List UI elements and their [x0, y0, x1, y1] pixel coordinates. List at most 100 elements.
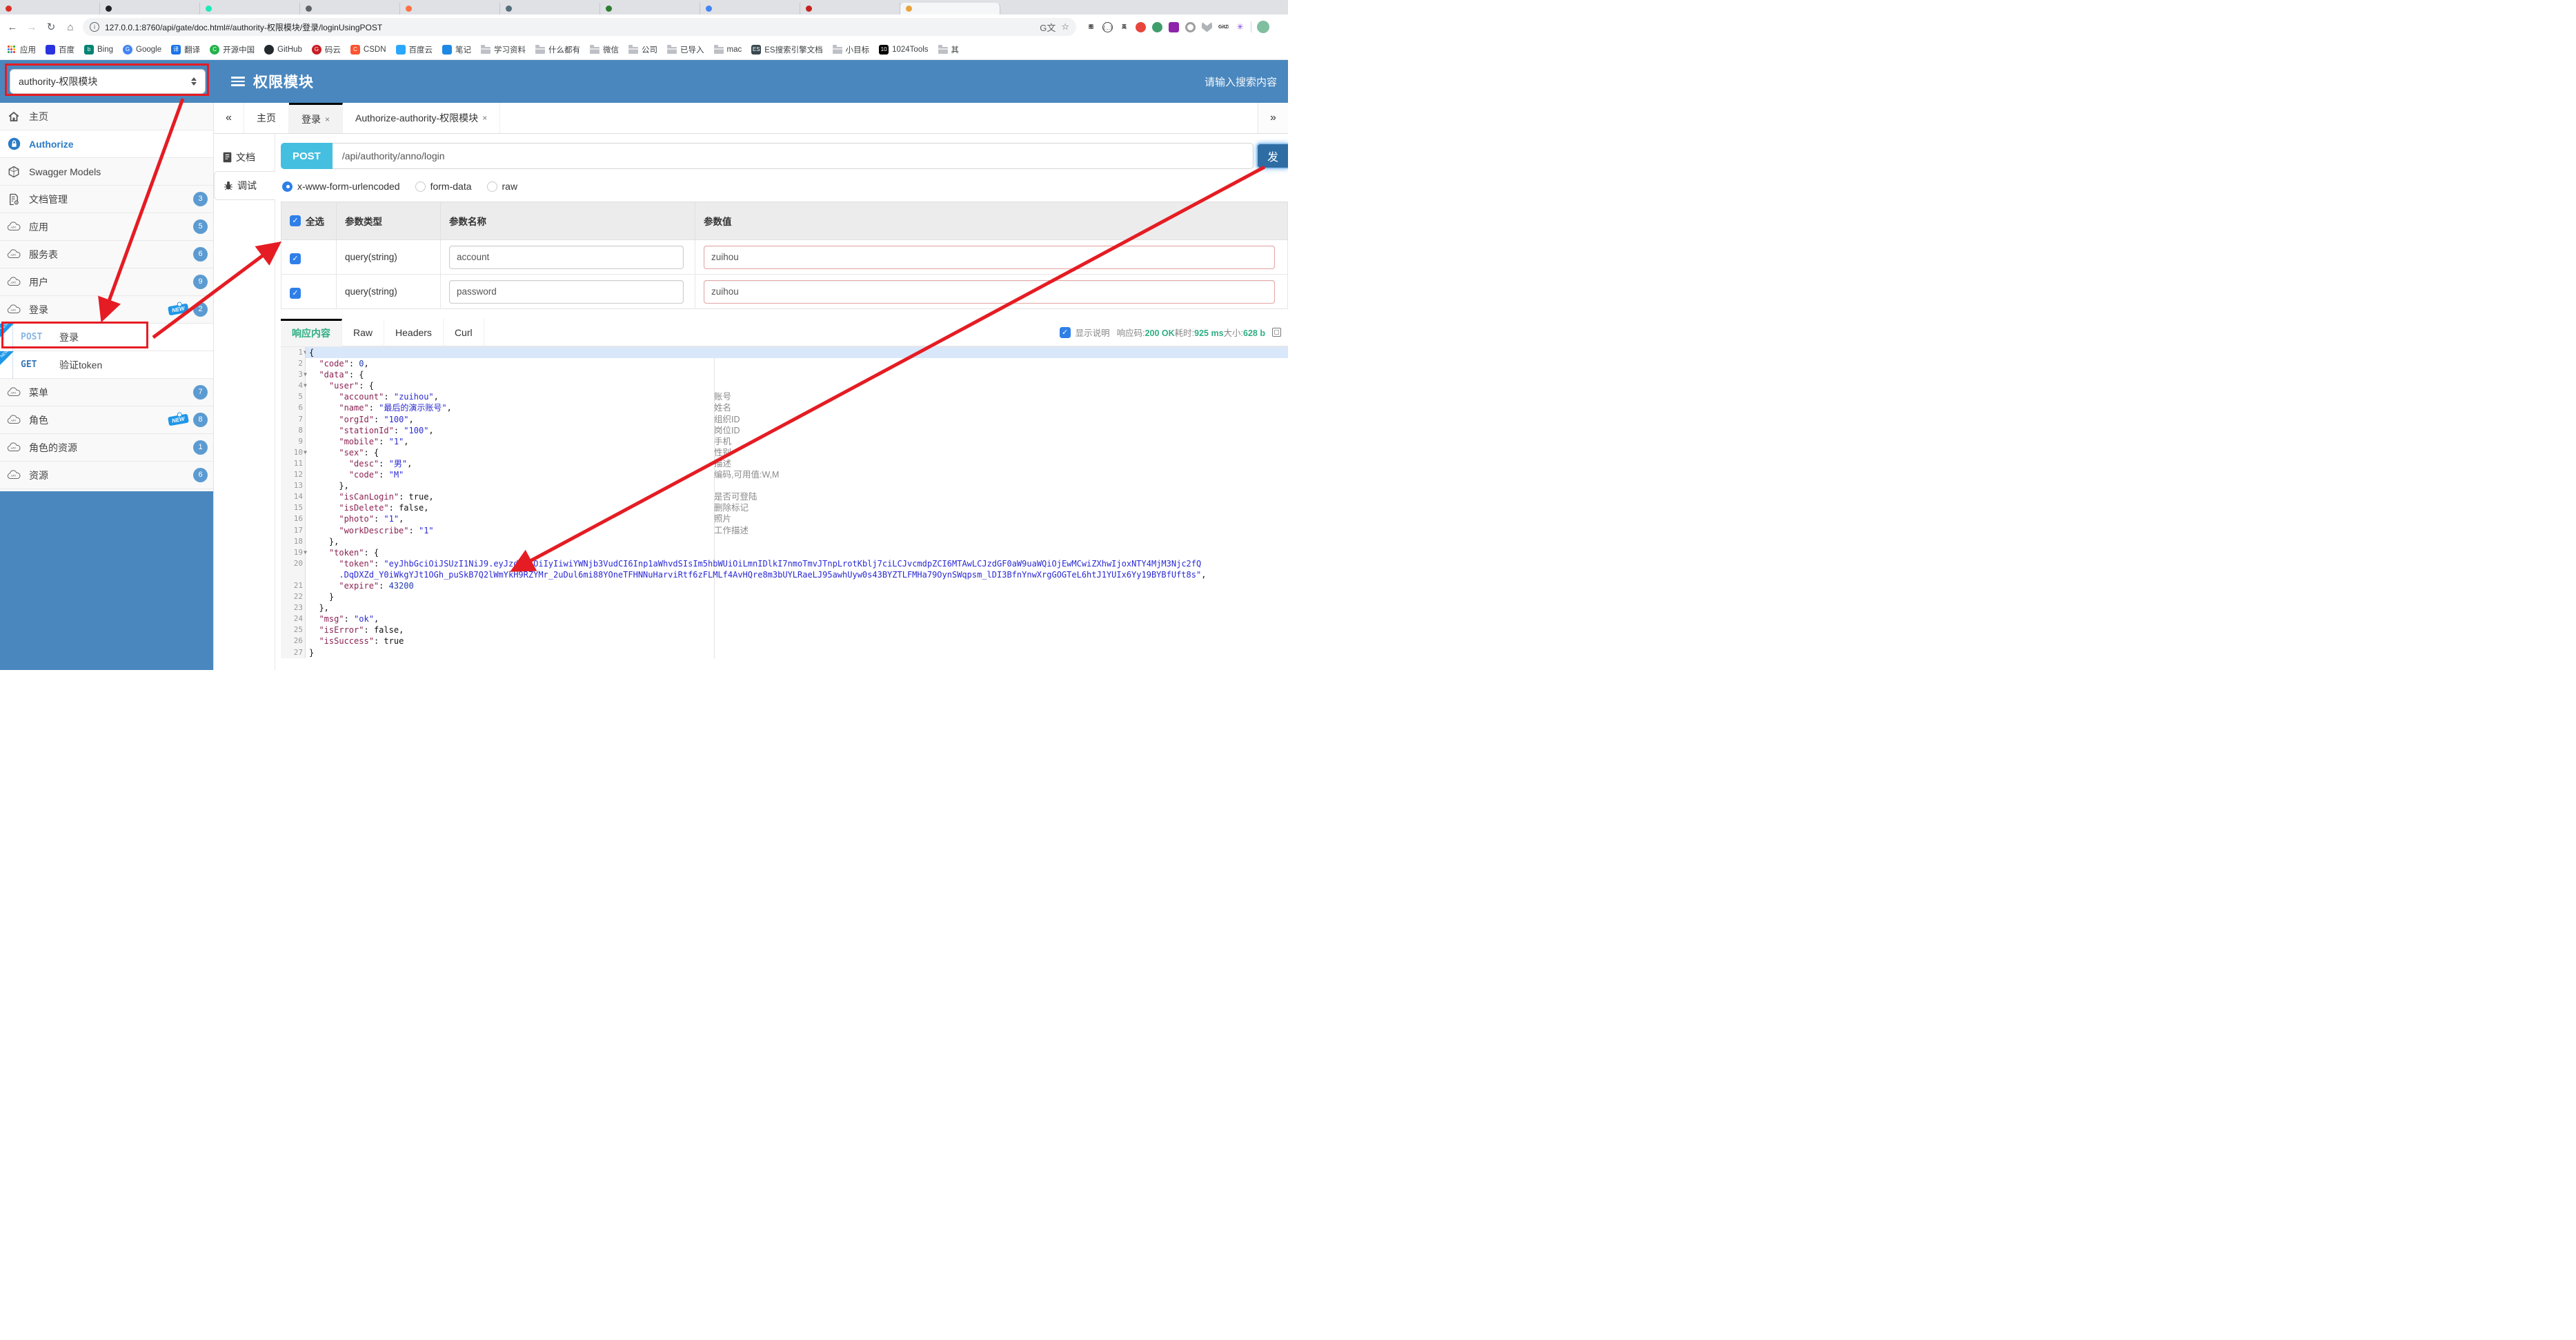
line-number[interactable]: 16 [281, 513, 306, 525]
tabs-expand-button[interactable]: » [1258, 103, 1288, 133]
bookmark-item[interactable]: 学习资料 [481, 44, 526, 55]
line-number[interactable]: 18 [281, 535, 306, 547]
panel-tab-文档[interactable]: 文档 [214, 144, 275, 171]
extension-icon[interactable] [1152, 21, 1162, 32]
sidebar-item-角色[interactable]: API 角色 NEW 8 [0, 406, 213, 434]
bookmark-item[interactable]: 译翻译 [171, 44, 200, 55]
line-number[interactable]: 19 ▼ [281, 546, 307, 558]
param-value-input[interactable] [704, 245, 1275, 269]
browser-tab[interactable] [500, 3, 600, 14]
line-number[interactable]: 12 [281, 469, 306, 481]
tab-close-icon[interactable]: × [325, 115, 330, 124]
line-number[interactable]: 10 ▼ [281, 446, 307, 458]
browser-tab[interactable] [400, 3, 500, 14]
sidebar-op-post[interactable]: NEW POST 登录 [0, 322, 213, 351]
profile-avatar[interactable] [1257, 21, 1269, 33]
response-code-editor[interactable]: 1▼{2 "code": 0,3▼ "data": {4▼ "user": {5… [281, 346, 1288, 658]
bookmark-item[interactable]: GitHub [264, 44, 302, 55]
sidebar-item-Swagger Models[interactable]: Swagger Models [0, 158, 213, 186]
response-tab-Headers[interactable]: Headers [384, 318, 444, 346]
extension-icon[interactable] [1136, 21, 1146, 32]
radio-icon[interactable] [486, 181, 497, 192]
param-name-input[interactable] [449, 279, 684, 304]
sidebar-item-资源[interactable]: API 资源 6 [0, 462, 213, 489]
sidebar-item-用户[interactable]: API 用户 9 [0, 268, 213, 296]
bookmark-item[interactable]: 笔记 [442, 44, 471, 55]
sidebar-item-文档管理[interactable]: 文档管理 3 [0, 186, 213, 213]
fullscreen-icon[interactable] [1272, 328, 1281, 337]
browser-tab[interactable] [200, 3, 300, 14]
page-info-icon[interactable]: i [90, 22, 99, 32]
back-icon[interactable]: ← [6, 21, 19, 33]
line-number[interactable]: 17 [281, 524, 306, 536]
param-name-input[interactable] [449, 245, 684, 269]
show-desc-checkbox[interactable]: ✓ [1059, 326, 1071, 338]
extension-icon[interactable] [1185, 21, 1196, 32]
sidebar-item-登录[interactable]: API 登录 NEW 2 [0, 296, 213, 324]
line-number[interactable]: 14 [281, 491, 306, 503]
sidebar-item-应用[interactable]: API 应用 5 [0, 213, 213, 241]
app-tab[interactable]: 登录 × [289, 103, 344, 133]
line-number[interactable]: 21 [281, 580, 306, 592]
forward-icon[interactable]: → [25, 21, 39, 33]
bookmark-item[interactable]: ES ES搜索引擎文档 [751, 44, 823, 55]
bookmark-item[interactable]: 什么都有 [535, 44, 580, 55]
line-number[interactable]: 7 [281, 413, 306, 425]
line-number[interactable]: 5 [281, 391, 306, 403]
extension-icon[interactable] [1169, 21, 1179, 32]
bookmark-item[interactable]: C CSDN [350, 44, 386, 55]
bookmark-item[interactable]: 10 1024Tools [879, 44, 929, 55]
browser-tab[interactable] [800, 3, 900, 14]
line-number[interactable]: 20 [281, 558, 306, 580]
hamburger-icon[interactable] [231, 77, 245, 86]
browser-tab[interactable] [600, 3, 700, 14]
line-number[interactable]: 24 [281, 613, 306, 625]
browser-tab[interactable] [300, 3, 400, 14]
param-value-input[interactable] [704, 279, 1275, 304]
tabs-collapse-button[interactable]: « [214, 103, 244, 133]
line-number[interactable]: 23 [281, 602, 306, 614]
browser-tab[interactable] [900, 3, 1000, 14]
header-search-input[interactable]: 请输入搜索内容 [1205, 75, 1277, 89]
line-number[interactable]: 25 [281, 624, 306, 636]
url-text[interactable]: 127.0.0.1:8760/api/gate/doc.html#/author… [105, 21, 1034, 33]
response-tab-响应内容[interactable]: 响应内容 [281, 318, 342, 346]
line-number[interactable]: 13 [281, 480, 306, 492]
extension-icon[interactable]: ✳ [1235, 22, 1245, 32]
sidebar-item-菜单[interactable]: API 菜单 7 [0, 379, 213, 406]
bookmark-item[interactable]: G 码云 [311, 44, 341, 55]
sidebar-item-服务表[interactable]: API 服务表 6 [0, 241, 213, 268]
line-number[interactable]: 11 [281, 457, 306, 470]
bookmark-item[interactable]: 百度 [46, 44, 75, 55]
line-number[interactable]: 1▼ [281, 347, 307, 359]
bookmark-star-icon[interactable]: ☆ [1061, 21, 1069, 32]
app-tab[interactable]: 主页 [244, 103, 289, 133]
body-type-option[interactable]: raw [486, 181, 517, 192]
select-all-checkbox[interactable]: ✓ [290, 215, 301, 226]
panel-tab-调试[interactable]: 调试 [214, 171, 275, 200]
line-number[interactable]: 27 [281, 647, 306, 658]
bookmark-item[interactable]: C 开源中国 [210, 44, 255, 55]
radio-icon[interactable] [282, 181, 293, 192]
extension-icon[interactable]: 图 [1086, 22, 1096, 32]
sidebar-item-Authorize[interactable]: Authorize [0, 130, 213, 158]
row-checkbox[interactable]: ✓ [290, 253, 301, 264]
bookmark-item[interactable]: mac [713, 45, 742, 54]
bookmark-item[interactable]: 其 [938, 44, 959, 55]
line-number[interactable]: 4 ▼ [281, 380, 307, 392]
line-number[interactable]: 2 [281, 358, 306, 370]
sidebar-item-主页[interactable]: 主页 [0, 103, 213, 130]
home-icon[interactable]: ⌂ [63, 21, 77, 33]
module-select[interactable]: authority-权限模块 [10, 69, 206, 94]
line-number[interactable]: 26 [281, 635, 306, 647]
sidebar-item-角色的资源[interactable]: API 角色的资源 1 [0, 434, 213, 462]
reload-icon[interactable]: ↻ [44, 21, 58, 33]
radio-icon[interactable] [415, 181, 426, 192]
bookmark-item[interactable]: 小目标 [832, 44, 869, 55]
line-number[interactable]: 6 [281, 402, 306, 414]
extension-icon[interactable]: GitZip [1218, 22, 1229, 32]
bookmark-item[interactable]: 已导入 [667, 44, 704, 55]
bookmark-item[interactable]: 公司 [628, 44, 657, 55]
line-number[interactable]: 15 [281, 502, 306, 514]
browser-tab[interactable] [700, 3, 800, 14]
